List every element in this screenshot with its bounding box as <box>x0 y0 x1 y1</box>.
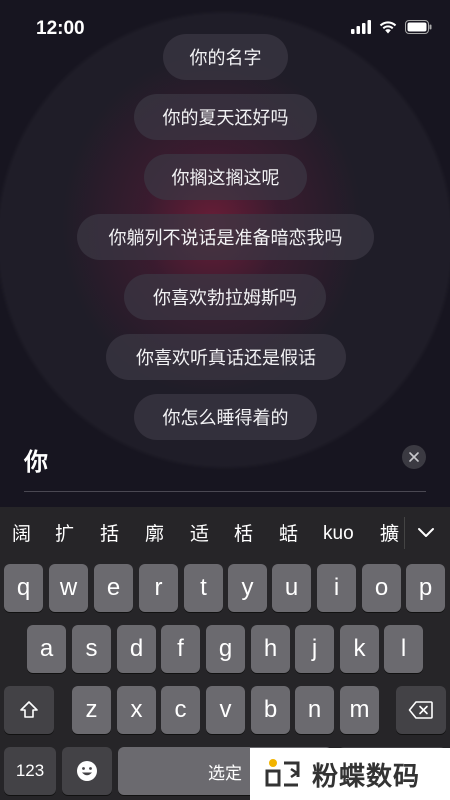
suggestion-pill[interactable]: 你喜欢听真话还是假话 <box>106 334 346 380</box>
expand-candidates-button[interactable] <box>414 521 438 545</box>
input-underline <box>24 491 426 492</box>
key-x[interactable]: x <box>117 686 156 734</box>
watermark: 粉蝶数码 <box>250 748 450 800</box>
message-input[interactable]: 你 <box>24 442 48 477</box>
suggestion-pill[interactable]: 你躺列不说话是准备暗恋我吗 <box>77 214 374 260</box>
shift-icon <box>20 701 38 718</box>
key-p[interactable]: p <box>406 564 445 612</box>
candidate-item[interactable]: 括 <box>100 521 119 547</box>
candidate-divider <box>404 517 405 549</box>
suggestion-label: 你喜欢听真话还是假话 <box>136 348 316 369</box>
key-i[interactable]: i <box>317 564 356 612</box>
key-h[interactable]: h <box>251 625 290 673</box>
key-b[interactable]: b <box>251 686 290 734</box>
key-y[interactable]: y <box>228 564 267 612</box>
key-g[interactable]: g <box>206 625 245 673</box>
delete-key[interactable] <box>396 686 446 734</box>
candidate-item[interactable]: 廓 <box>145 521 164 547</box>
suggestion-label: 你怎么睡得着的 <box>162 408 289 429</box>
watermark-text: 粉蝶数码 <box>312 761 421 792</box>
suggestion-label: 你喜欢勃拉姆斯吗 <box>153 288 297 309</box>
key-m[interactable]: m <box>340 686 379 734</box>
shift-key[interactable] <box>4 686 54 734</box>
key-k[interactable]: k <box>340 625 379 673</box>
key-u[interactable]: u <box>272 564 311 612</box>
suggestion-label: 你的名字 <box>189 48 262 69</box>
suggestion-label: 你的夏天还好吗 <box>162 108 289 129</box>
suggestion-pill[interactable]: 你的名字 <box>163 34 288 80</box>
candidate-bar: 阔 扩 括 廓 适 栝 蛞 kuo 擴 <box>0 507 450 559</box>
candidate-item[interactable]: kuo <box>323 521 354 547</box>
suggestion-label: 你搁这搁这呢 <box>171 168 280 189</box>
key-v[interactable]: v <box>206 686 245 734</box>
candidate-item[interactable]: 适 <box>190 521 209 547</box>
key-o[interactable]: o <box>362 564 401 612</box>
suggestion-label: 你躺列不说话是准备暗恋我吗 <box>108 228 343 249</box>
candidate-item[interactable]: 扩 <box>55 521 74 547</box>
status-time: 12:00 <box>36 18 85 39</box>
watermark-logo <box>265 759 300 787</box>
key-q[interactable]: q <box>4 564 43 612</box>
key-l[interactable]: l <box>384 625 423 673</box>
key-w[interactable]: w <box>49 564 88 612</box>
key-f[interactable]: f <box>161 625 200 673</box>
emoji-key[interactable] <box>62 747 112 795</box>
suggestion-pill[interactable]: 你喜欢勃拉姆斯吗 <box>124 274 326 320</box>
key-j[interactable]: j <box>295 625 334 673</box>
key-e[interactable]: e <box>94 564 133 612</box>
key-d[interactable]: d <box>117 625 156 673</box>
battery-icon <box>405 20 432 34</box>
suggestion-pill[interactable]: 你的夏天还好吗 <box>134 94 317 140</box>
chevron-down-icon <box>418 528 434 537</box>
key-s[interactable]: s <box>72 625 111 673</box>
key-t[interactable]: t <box>184 564 223 612</box>
signal-icon <box>351 20 371 34</box>
key-n[interactable]: n <box>295 686 334 734</box>
emoji-icon <box>77 761 97 781</box>
key-c[interactable]: c <box>161 686 200 734</box>
key-a[interactable]: a <box>27 625 66 673</box>
candidate-item[interactable]: 蛞 <box>279 521 298 547</box>
delete-icon <box>408 701 433 719</box>
suggestion-pill[interactable]: 你怎么睡得着的 <box>134 394 317 440</box>
status-icons <box>351 20 432 34</box>
key-z[interactable]: z <box>72 686 111 734</box>
candidate-item[interactable]: 擴 <box>380 521 399 547</box>
candidate-item[interactable]: 栝 <box>234 521 253 547</box>
close-icon <box>409 452 419 462</box>
wifi-icon <box>379 21 397 34</box>
clear-input-button[interactable] <box>402 445 426 469</box>
suggestion-pill[interactable]: 你搁这搁这呢 <box>144 154 307 200</box>
key-r[interactable]: r <box>139 564 178 612</box>
candidate-item[interactable]: 阔 <box>12 521 31 547</box>
chat-screen: 12:00 你的名字 你的夏天还好吗 你搁这搁这呢 你躺列不说话是准备暗恋我吗 … <box>0 0 450 800</box>
numbers-key[interactable]: 123 <box>4 747 56 795</box>
